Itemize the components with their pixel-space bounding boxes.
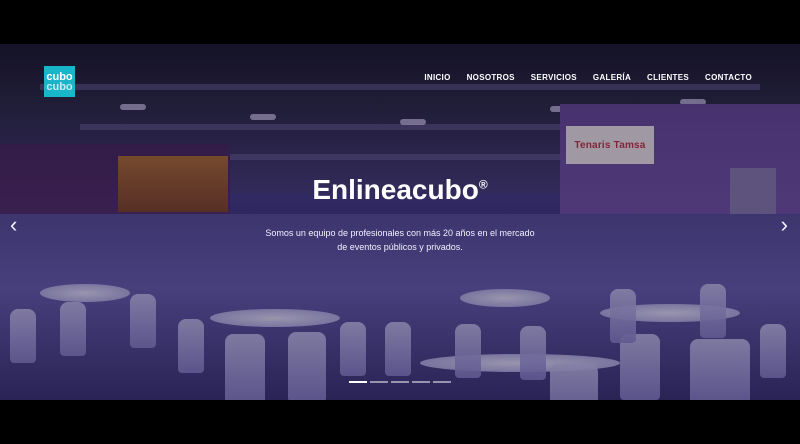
hero-subtitle: Somos un equipo de profesionales con más… (265, 228, 535, 252)
brand-logo[interactable]: cubo cubo (44, 66, 75, 97)
carousel-dot[interactable] (412, 381, 430, 383)
nav-inicio[interactable]: INICIO (424, 73, 450, 82)
carousel-dot[interactable] (370, 381, 388, 383)
main-nav: INICIO NOSOTROS SERVICIOS GALERÍA CLIENT… (424, 73, 752, 82)
carousel-indicators (349, 381, 451, 383)
hero-title: Enlineacubo® (312, 174, 488, 205)
nav-contacto[interactable]: CONTACTO (705, 73, 752, 82)
prev-arrow-icon[interactable]: ‹ (10, 214, 17, 236)
nav-nosotros[interactable]: NOSOTROS (467, 73, 515, 82)
next-arrow-icon[interactable]: › (781, 214, 788, 236)
hero-slide: Tenaris Tamsa (0, 44, 800, 400)
carousel-dot[interactable] (433, 381, 451, 383)
carousel-dot[interactable] (349, 381, 367, 383)
nav-servicios[interactable]: SERVICIOS (531, 73, 577, 82)
carousel-dot[interactable] (391, 381, 409, 383)
nav-clientes[interactable]: CLIENTES (647, 73, 689, 82)
registered-mark: ® (478, 177, 488, 192)
nav-galeria[interactable]: GALERÍA (593, 73, 631, 82)
